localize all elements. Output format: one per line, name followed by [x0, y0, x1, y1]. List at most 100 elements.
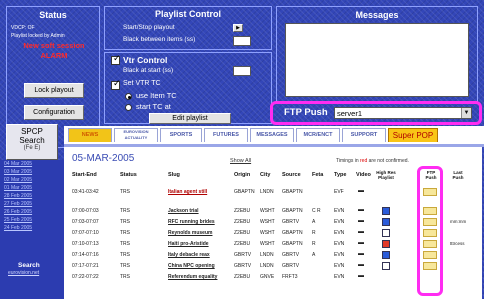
high-res-playlist-icon[interactable]	[382, 229, 390, 237]
timings-note-a: Timings in	[336, 158, 359, 164]
row-slug-link[interactable]: Reynolds museum	[168, 230, 212, 236]
video-icon[interactable]: ▬	[358, 207, 364, 213]
messages-textarea[interactable]	[285, 23, 469, 97]
row-type: EVN	[334, 230, 345, 236]
video-icon[interactable]: ▬	[358, 262, 364, 268]
col-header-last-push: Last Push	[452, 170, 464, 180]
row-start-end: 07:10-07:13	[72, 241, 99, 247]
row-slug-link[interactable]: Italian agent still	[168, 189, 207, 195]
row-slug-link[interactable]: Italy debacle reax	[168, 252, 210, 258]
vdcp-status-text: VDCP: OF	[11, 25, 35, 31]
tab-support[interactable]: SUPPORT	[342, 128, 386, 142]
col-header-start-end: Start-End	[72, 172, 97, 178]
video-icon[interactable]: ▬	[358, 229, 364, 235]
row-status: TRS	[120, 241, 130, 247]
row-origin: Z2EBU	[234, 219, 251, 225]
tab-sports[interactable]: SPORTS	[160, 128, 202, 142]
video-icon[interactable]: ▬	[358, 188, 364, 194]
row-start-end: 07:07-07:10	[72, 230, 99, 236]
sidebar-date-link[interactable]: 24 Feb 2005	[4, 225, 32, 231]
video-icon[interactable]: ▬	[358, 218, 364, 224]
tab-futures[interactable]: FUTURES	[204, 128, 248, 142]
start-stop-toggle-button[interactable]: ▶	[233, 24, 243, 32]
ftp-server-select[interactable]: server1 ▼	[334, 107, 472, 119]
tab-super-pop[interactable]: Super POP	[388, 128, 438, 142]
status-title: Status	[39, 10, 67, 20]
high-res-playlist-icon[interactable]	[382, 207, 390, 215]
row-slug-link[interactable]: Referendum equality	[168, 274, 217, 280]
sidebar-date-link[interactable]: 02 Mar 2005	[4, 177, 32, 183]
black-between-items-input[interactable]	[233, 36, 251, 46]
tab-news[interactable]: NEWS	[68, 128, 112, 142]
black-at-start-input[interactable]	[233, 66, 251, 76]
locked-status-text: Playlist locked by Admin	[11, 33, 65, 39]
row-last-push: tttrcess	[450, 241, 465, 246]
row-status: TRS	[120, 189, 130, 195]
lock-playout-button[interactable]: Lock playout	[24, 83, 84, 98]
playlist-web-page: NEWS EUROVISION ACTUALITY SPORTS FUTURES…	[64, 126, 484, 299]
high-res-playlist-icon[interactable]	[382, 262, 390, 270]
vtr-control-checkbox[interactable]	[111, 54, 121, 65]
row-source: GBRTV	[282, 252, 300, 258]
spcp-search-button[interactable]: SPCP Search (Fe E)	[6, 124, 58, 160]
tab-bar: NEWS EUROVISION ACTUALITY SPORTS FUTURES…	[64, 126, 484, 144]
col-header-source: Source	[282, 172, 301, 178]
row-slug-link[interactable]: Jackson trial	[168, 208, 199, 214]
row-start-end: 03:41-03:42	[72, 189, 99, 195]
sidebar-date-link[interactable]: 04 Mar 2005	[4, 161, 32, 167]
tab-mcr-enct[interactable]: MCR/ENCT	[296, 128, 340, 142]
alarm-text-line2: ALARM	[40, 51, 68, 60]
sidebar-date-link[interactable]: 01 Mar 2005	[4, 185, 32, 191]
col-header-video: Video	[356, 172, 371, 178]
row-source: GBAPTN	[282, 189, 303, 195]
start-tc-at-label: start TC at	[136, 102, 171, 111]
col-header-city: City	[260, 172, 271, 178]
edit-playlist-button[interactable]: Edit playlist	[149, 113, 231, 124]
tab-eurovision-actuality[interactable]: EUROVISION ACTUALITY	[114, 128, 158, 142]
row-origin: GBRTV	[234, 252, 252, 258]
sidebar-date-link[interactable]: 26 Feb 2005	[4, 209, 32, 215]
video-icon[interactable]: ▬	[358, 251, 364, 257]
high-res-playlist-icon[interactable]	[382, 251, 390, 259]
date-header-bar	[64, 144, 484, 147]
set-vtr-tc-checkbox[interactable]	[111, 79, 121, 90]
chevron-down-icon[interactable]: ▼	[461, 108, 471, 118]
ftp-push-column-highlight	[417, 166, 443, 296]
sidebar-search-label[interactable]: Search	[18, 262, 40, 269]
row-start-end: 07:00-07:03	[72, 208, 99, 214]
row-source: GBAPTN	[282, 230, 303, 236]
row-city: LNDN	[260, 252, 274, 258]
video-icon[interactable]: ▬	[358, 273, 364, 279]
sidebar-search-sub[interactable]: eurovision.net	[8, 270, 39, 276]
row-origin: Z2EBU	[234, 230, 251, 236]
timings-note: Timings in red are not confirmed.	[336, 158, 409, 164]
row-start-end: 07:14-07:16	[72, 252, 99, 258]
sidebar-date-link[interactable]: 25 Feb 2005	[4, 217, 32, 223]
high-res-playlist-icon[interactable]	[382, 218, 390, 226]
row-start-end: 07:22-07:22	[72, 274, 99, 280]
video-icon[interactable]: ▬	[358, 240, 364, 246]
show-all-link[interactable]: Show All	[230, 158, 251, 164]
row-type: EVN	[334, 263, 345, 269]
col-header-type: Type	[334, 172, 347, 178]
sidebar-date-link[interactable]: 28 Feb 2005	[4, 193, 32, 199]
sidebar-date-link[interactable]: 27 Feb 2005	[4, 201, 32, 207]
tab-messages[interactable]: MESSAGES	[250, 128, 294, 142]
row-type: EVN	[334, 208, 345, 214]
row-origin: GBRTV	[234, 263, 252, 269]
row-origin: GBAPTN	[234, 189, 255, 195]
start-tc-at-radio[interactable]	[125, 104, 132, 111]
row-slug-link[interactable]: Haiti pro-Aristide	[168, 241, 209, 247]
timings-note-b: are not confirmed.	[368, 158, 409, 164]
alarm-text-line1: New soft session	[23, 41, 85, 50]
row-type: EVN	[334, 274, 345, 280]
row-slug-link[interactable]: RFC running brides	[168, 219, 215, 225]
col-header-origin: Origin	[234, 172, 251, 178]
row-status: TRS	[120, 252, 130, 258]
row-slug-link[interactable]: China NPC opening	[168, 263, 215, 269]
high-res-playlist-icon[interactable]	[382, 240, 390, 248]
configuration-button[interactable]: Configuration	[24, 105, 84, 120]
sidebar-date-link[interactable]: 03 Mar 2005	[4, 169, 32, 175]
use-item-tc-radio[interactable]	[125, 93, 132, 100]
row-city: WSHT	[260, 219, 275, 225]
